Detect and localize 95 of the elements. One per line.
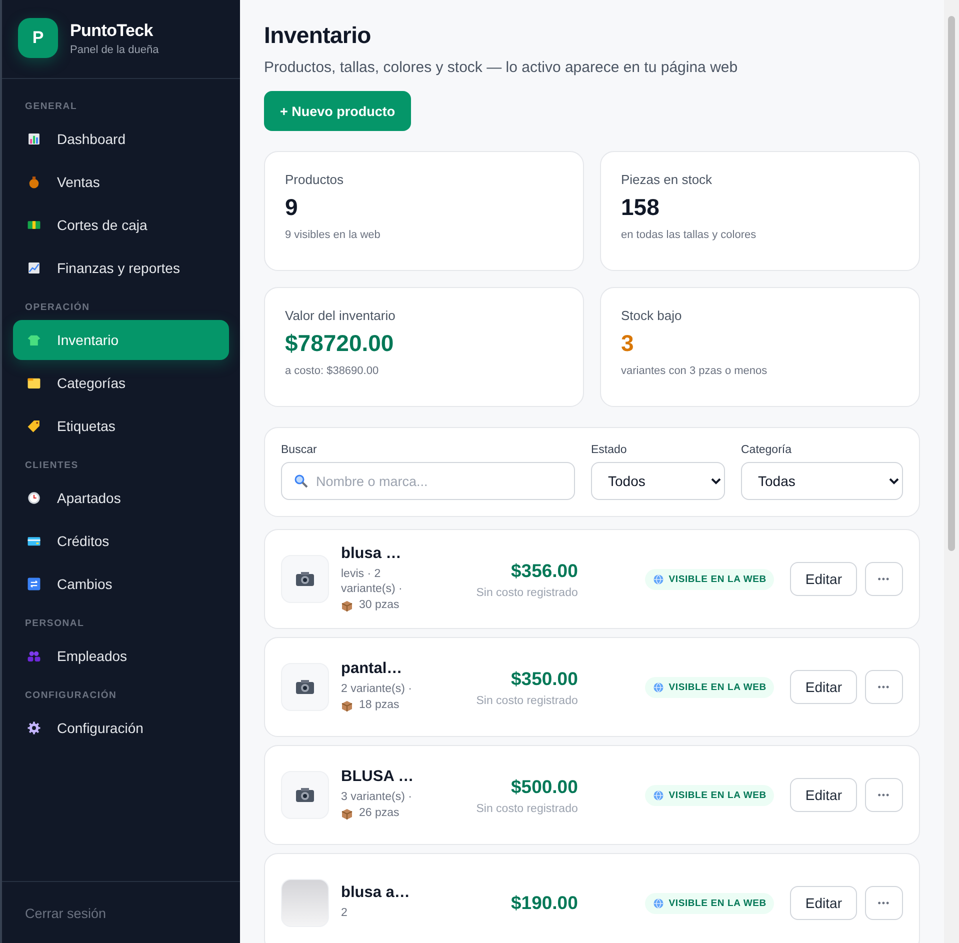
tag-icon: [27, 419, 41, 433]
camera-icon: [295, 679, 315, 695]
page-title: Inventario: [264, 22, 372, 49]
brand-subtitle: Panel de la dueña: [70, 44, 159, 56]
product-meta: 2: [341, 906, 348, 922]
more-button[interactable]: •••: [864, 670, 903, 704]
nav-item[interactable]: Inventario: [13, 320, 229, 360]
product-price: $190.00: [510, 892, 578, 914]
product-price: $356.00: [510, 560, 578, 582]
nav-item[interactable]: Etiquetas: [13, 406, 229, 446]
box-icon: [341, 600, 353, 612]
visibility-badge: VISIBLE EN LA WEB: [644, 892, 774, 914]
shirt-icon: [27, 333, 41, 347]
field-label: Categoría: [741, 444, 793, 456]
clock-icon: [27, 491, 41, 505]
people-icon: [27, 649, 41, 663]
product-price: $350.00: [510, 668, 578, 690]
stat-label: Piezas en stock: [621, 172, 714, 187]
folder-icon: [27, 376, 41, 390]
logout-link[interactable]: Cerrar sesión: [25, 906, 106, 921]
edit-button[interactable]: Editar: [790, 670, 857, 704]
section-heading: CLIENTES: [24, 459, 80, 473]
logo: P: [18, 18, 58, 58]
nav-item[interactable]: Cambios: [13, 564, 229, 604]
pieces-count: 30 pzas: [359, 598, 400, 613]
camera-icon: [295, 571, 315, 587]
camera-icon: [295, 787, 315, 803]
line-chart-icon: [27, 261, 41, 275]
status-select[interactable]: Todos: [591, 462, 725, 500]
more-button[interactable]: •••: [864, 886, 903, 920]
nav-item[interactable]: Apartados: [13, 478, 229, 518]
box-icon: [341, 808, 353, 820]
nav-item[interactable]: Créditos: [13, 521, 229, 561]
card-icon: [27, 534, 41, 548]
new-product-button[interactable]: + Nuevo producto: [264, 91, 412, 131]
banknote-icon: [27, 218, 41, 232]
edit-button[interactable]: Editar: [790, 778, 857, 812]
stat-label: Stock bajo: [621, 308, 683, 323]
box-icon: [341, 700, 353, 712]
scrollbar[interactable]: [944, 0, 959, 943]
globe-icon: [652, 574, 664, 584]
product-price: $500.00: [510, 776, 578, 798]
visibility-badge: VISIBLE EN LA WEB: [644, 676, 774, 698]
edit-button[interactable]: Editar: [790, 886, 857, 920]
nav-item[interactable]: Configuración: [13, 708, 229, 748]
stat-note: a costo: $38690.00: [285, 365, 380, 377]
gear-icon: [27, 721, 41, 735]
arrows-icon: [27, 577, 41, 591]
category-select[interactable]: Todas: [741, 462, 903, 500]
visibility-badge: VISIBLE EN LA WEB: [644, 784, 774, 806]
field-label: Estado: [591, 444, 628, 456]
bar-chart-icon: [27, 132, 41, 146]
section-heading: OPERACIÓN: [24, 300, 91, 315]
globe-icon: [652, 682, 664, 692]
more-button[interactable]: •••: [864, 562, 903, 596]
section-heading: CONFIGURACIÓN: [24, 688, 118, 703]
stat-value: 9: [285, 194, 299, 221]
nav-item[interactable]: Ventas: [13, 162, 229, 202]
nav-item[interactable]: Dashboard: [13, 119, 229, 159]
cost-note: Sin costo registrado: [475, 694, 578, 706]
product-meta: 3 variante(s) ·: [341, 790, 413, 806]
section-heading: PERSONAL: [24, 617, 86, 631]
visibility-badge: VISIBLE EN LA WEB: [644, 568, 774, 590]
nav-item[interactable]: Empleados: [13, 636, 229, 676]
page-subtitle: Productos, tallas, colores y stock — lo activo aparece en tu página web: [264, 59, 739, 76]
edit-button[interactable]: Editar: [790, 562, 857, 596]
product-name: blusa a…: [341, 884, 411, 902]
stat-value: 3: [621, 330, 635, 357]
stat-note: en todas las tallas y colores: [621, 229, 758, 241]
stat-value: $78720.00: [285, 330, 395, 357]
product-name: blusa …: [341, 544, 402, 563]
pieces-count: 18 pzas: [359, 698, 400, 713]
product-name: pantal…: [341, 660, 404, 678]
stat-note: 9 visibles en la web: [285, 229, 382, 241]
nav-item[interactable]: Finanzas y reportes: [13, 248, 229, 288]
more-button[interactable]: •••: [864, 778, 903, 812]
cost-note: Sin costo registrado: [475, 802, 578, 814]
cost-note: Sin costo registrado: [475, 586, 578, 598]
product-meta: 2 variante(s) ·: [341, 682, 413, 698]
section-heading: GENERAL: [24, 100, 78, 114]
nav-item[interactable]: Categorías: [13, 363, 229, 403]
money-bag-icon: [27, 175, 41, 189]
stat-value: 158: [621, 194, 660, 221]
field-label: Buscar: [281, 444, 318, 456]
stat-label: Productos: [285, 172, 345, 187]
brand-name: PuntoTeck: [70, 20, 154, 40]
stat-note: variantes con 3 pzas o menos: [621, 365, 768, 377]
search-field[interactable]: Nombre o marca...: [281, 462, 575, 500]
stat-label: Valor del inventario: [285, 308, 396, 323]
product-name: BLUSA …: [341, 768, 415, 786]
globe-icon: [652, 898, 664, 908]
nav-item[interactable]: Cortes de caja: [13, 205, 229, 245]
product-meta: levis · 2 variante(s) ·: [341, 566, 404, 598]
pieces-count: 26 pzas: [359, 806, 400, 821]
globe-icon: [652, 790, 664, 800]
